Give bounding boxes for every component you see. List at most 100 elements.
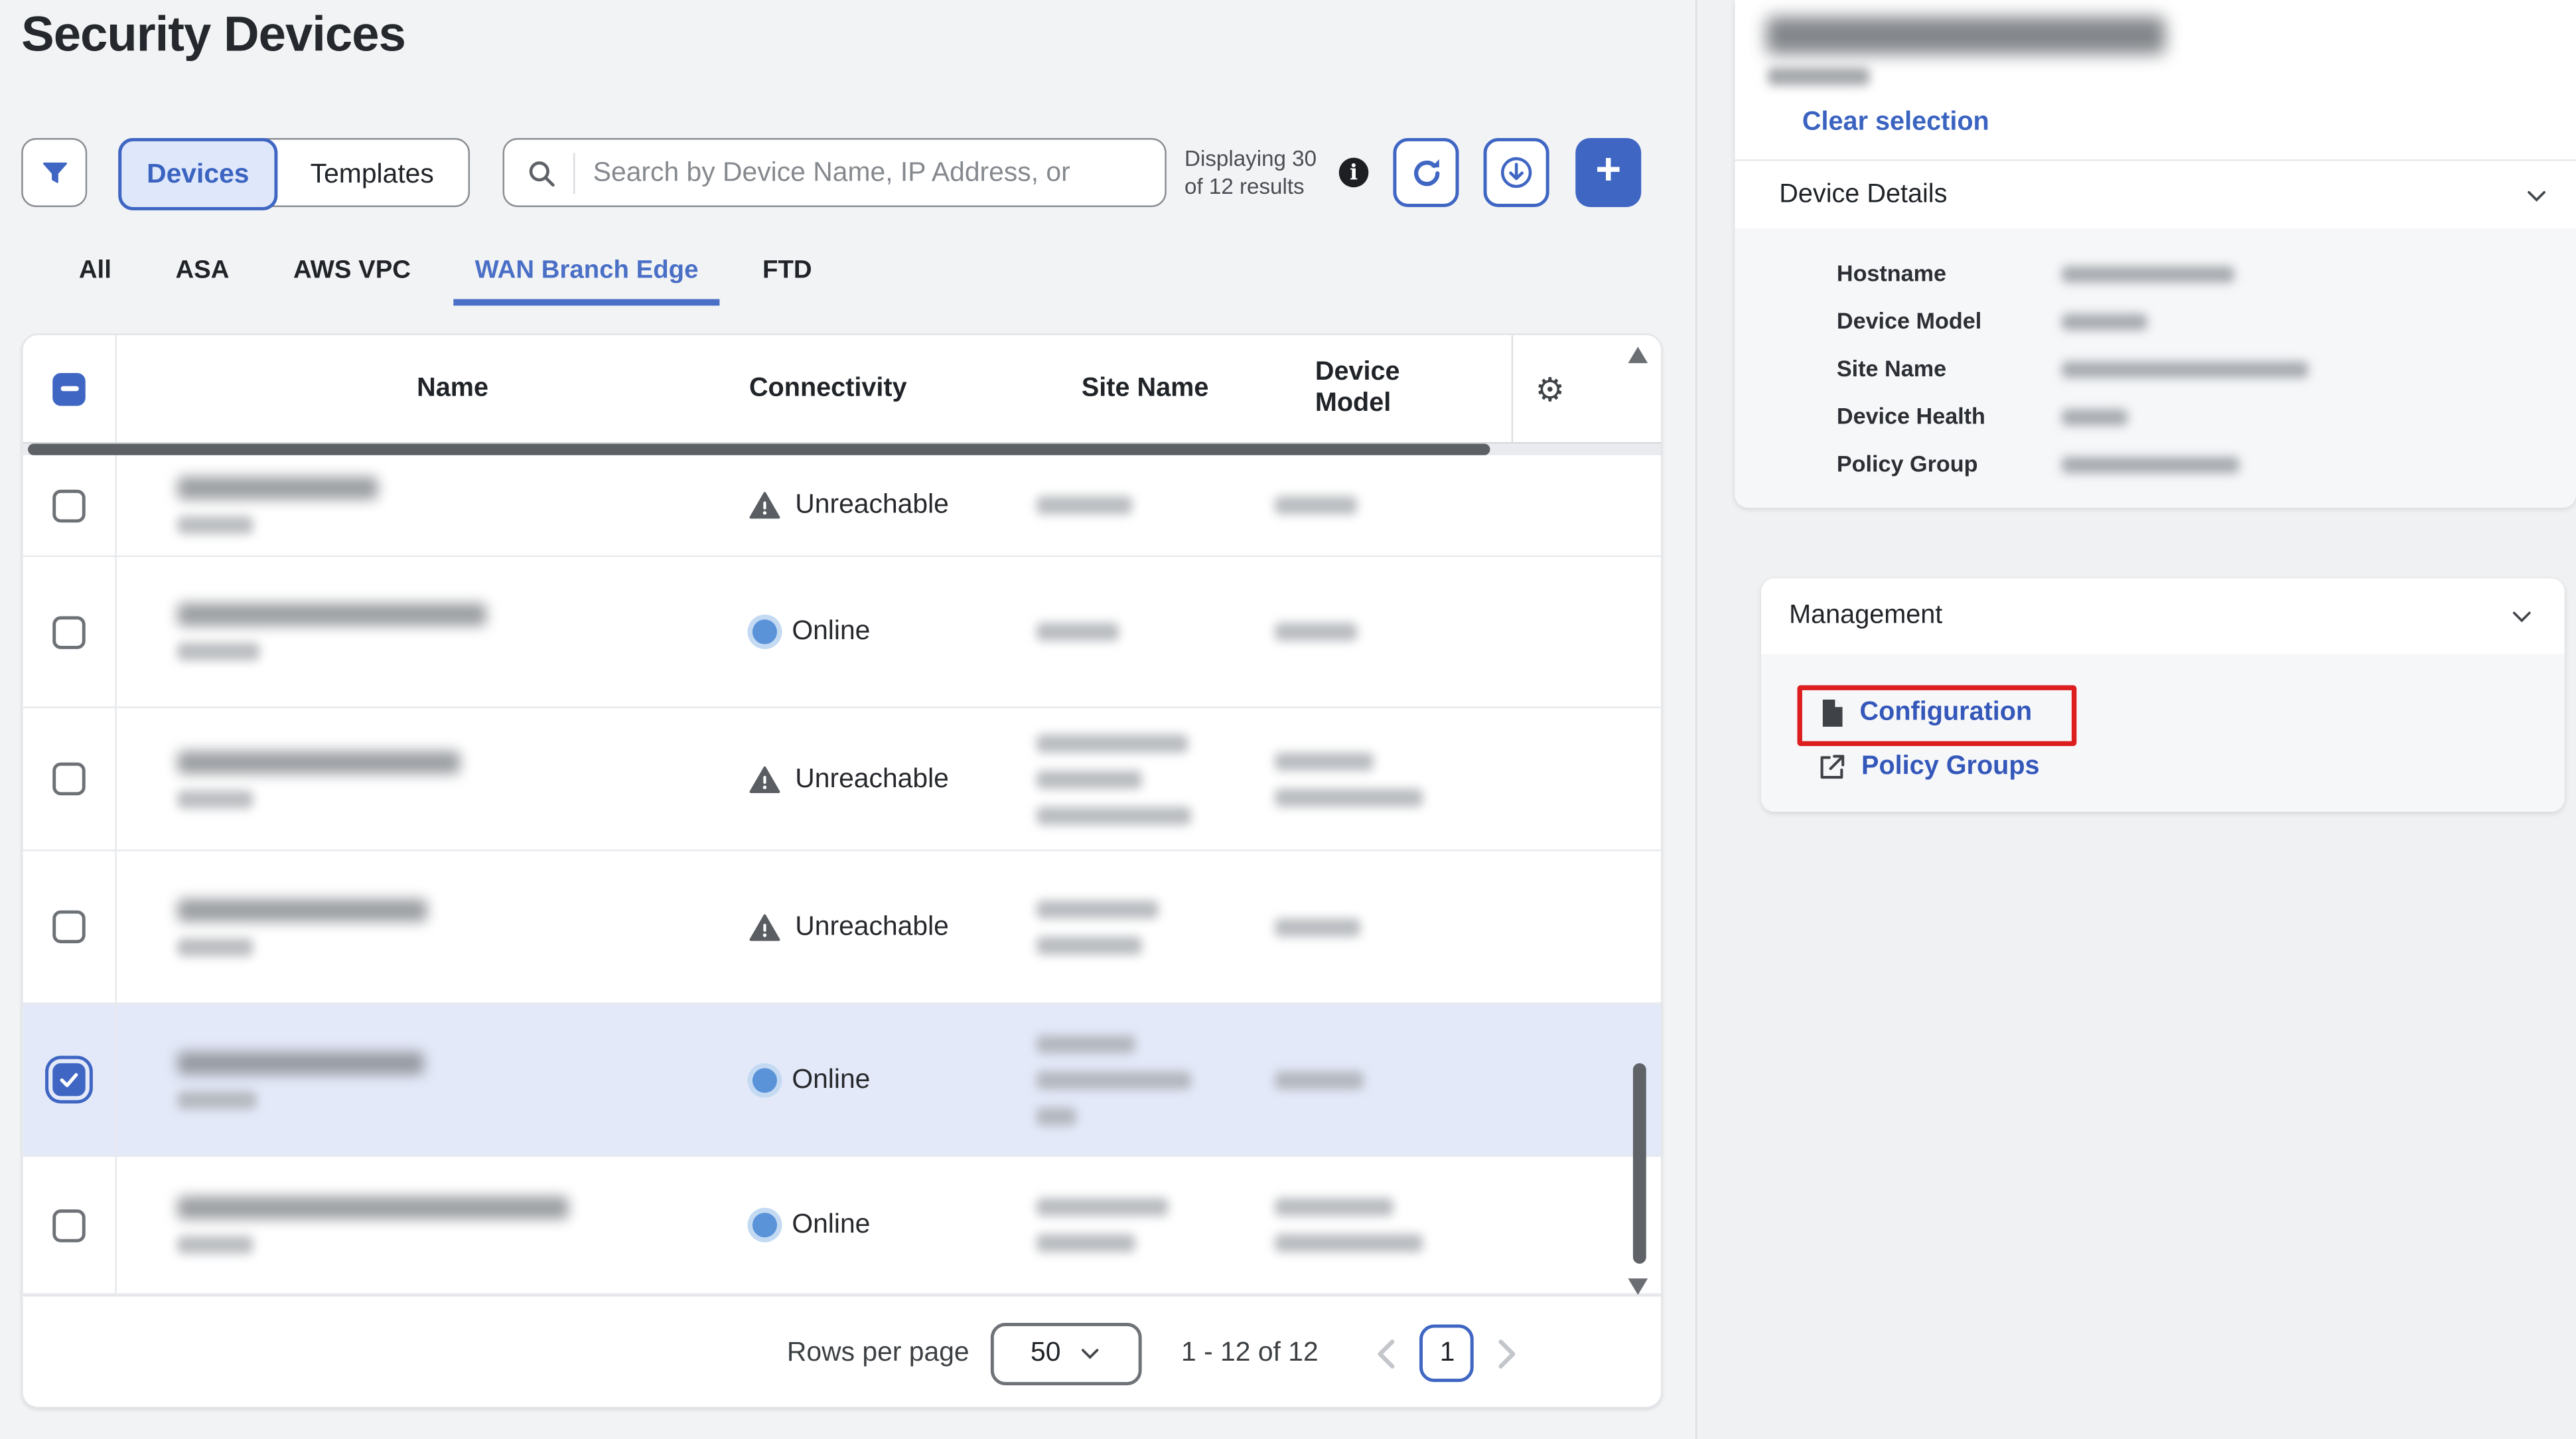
row-checkbox[interactable] [52,911,86,944]
tab-asa[interactable]: ASA [154,242,250,306]
search-input[interactable] [593,157,1165,188]
chevron-down-icon[interactable] [2524,182,2550,208]
selected-device-subtext-redacted [1768,68,1869,86]
column-name[interactable]: Name [417,374,488,404]
site-name-redacted [1037,1071,1191,1089]
external-link-icon [1817,753,1847,783]
management-card: Management Configuration Policy Groups [1761,578,2565,812]
configuration-label: Configuration [1860,698,2033,728]
policy-groups-link[interactable]: Policy Groups [1817,753,2039,783]
table-row[interactable]: Unreachable [23,455,1661,557]
device-model-redacted [1275,1198,1393,1216]
vertical-scrollbar-thumb[interactable] [1633,1063,1646,1264]
add-device-button[interactable]: + [1575,138,1641,207]
next-page-button[interactable] [1498,1337,1518,1370]
field-label-device-model: Device Model [1837,309,2062,333]
row-checkbox[interactable] [52,763,86,796]
online-icon [752,1067,777,1092]
tab-aws-vpc[interactable]: AWS VPC [272,242,432,306]
tab-wan-branch-edge[interactable]: WAN Branch Edge [453,242,719,306]
online-icon [752,619,777,644]
management-header[interactable]: Management [1761,578,2565,654]
column-settings-gear-icon[interactable]: ⚙ [1536,369,1565,408]
field-label-policy-group: Policy Group [1837,452,2062,477]
connectivity-status: Online [792,1209,870,1241]
site-name-redacted [1037,1106,1076,1124]
configuration-link[interactable]: Configuration [1820,698,2032,728]
tab-all[interactable]: All [58,242,133,306]
policy-groups-label: Policy Groups [1861,753,2040,783]
device-subtext-redacted [177,1236,253,1254]
device-name-redacted [177,477,378,500]
row-checkbox[interactable] [52,615,86,648]
chevron-down-icon[interactable] [2508,603,2535,630]
field-label-device-health: Device Health [1837,404,2062,429]
table-row[interactable]: Unreachable [23,851,1661,1004]
toolbar: Devices Templates Displaying 30 of 12 re… [21,138,1641,207]
horizontal-scrollbar-thumb[interactable] [28,443,1490,455]
row-checkbox-checked[interactable] [52,1063,86,1097]
results-count: Displaying 30 of 12 results [1184,144,1326,201]
column-site-name[interactable]: Site Name [1082,374,1209,404]
table-row-selected[interactable]: Online [23,1004,1661,1157]
indeterminate-mark [60,386,78,390]
connectivity-status: Unreachable [795,911,949,943]
devices-toggle-button[interactable]: Devices [118,138,277,210]
device-model-redacted [1275,496,1357,514]
device-details-header[interactable]: Device Details [1735,159,2576,228]
page-1-button[interactable]: 1 [1420,1324,1474,1382]
unreachable-icon [749,491,780,519]
scrollbar-up-arrow[interactable] [1628,346,1648,363]
site-name-redacted [1037,1034,1135,1052]
rows-per-page-value: 50 [1031,1337,1060,1369]
table-row[interactable]: Online [23,557,1661,708]
filter-button[interactable] [21,138,87,207]
refresh-icon [1409,155,1443,190]
horizontal-scrollbar[interactable] [23,443,1661,455]
site-name-redacted [1037,936,1141,954]
pagination-range: 1 - 12 of 12 [1181,1337,1319,1369]
field-value-redacted [2062,408,2127,425]
tab-ftd[interactable]: FTD [741,242,833,306]
selected-device-name-redacted [1766,17,2165,54]
prev-page-button[interactable] [1378,1337,1397,1370]
device-model-redacted [1275,1071,1364,1089]
table-row[interactable]: Online [23,1157,1661,1295]
device-subtext-redacted [177,643,259,660]
scrollbar-down-arrow[interactable] [1628,1278,1648,1295]
select-all-checkbox[interactable] [52,372,86,406]
table-footer: Rows per page 50 1 - 12 of 12 1 [23,1295,1661,1408]
templates-toggle-button[interactable]: Templates [276,139,468,208]
device-details-body: Hostname Device Model Site Name Device H… [1735,228,2576,508]
search-box[interactable] [503,138,1167,207]
search-divider [573,152,575,193]
device-model-redacted [1275,1234,1423,1252]
clear-selection-link[interactable]: Clear selection [1802,108,1989,138]
document-icon [1820,698,1845,728]
row-checkbox[interactable] [52,489,86,522]
device-model-redacted [1275,918,1360,936]
security-devices-page: Security Devices Devices Templates Displ… [0,0,2576,1439]
connectivity-status: Unreachable [795,763,949,795]
site-name-redacted [1037,496,1132,514]
download-button[interactable] [1484,138,1549,207]
info-icon[interactable]: i [1339,158,1369,188]
connectivity-status: Online [792,1064,870,1095]
site-name-redacted [1037,770,1141,788]
connectivity-status: Online [792,616,870,647]
plus-icon: + [1595,145,1621,196]
column-connectivity[interactable]: Connectivity [749,374,907,404]
online-icon [752,1213,777,1237]
row-checkbox[interactable] [52,1209,86,1242]
download-icon [1498,155,1534,190]
device-summary-card: Clear selection Device Details Hostname … [1735,0,2576,508]
table-row[interactable]: Unreachable [23,708,1661,851]
refresh-button[interactable] [1393,138,1459,207]
column-device-model[interactable]: Device Model [1315,358,1471,419]
site-name-redacted [1037,1198,1168,1216]
device-details-title: Device Details [1779,180,1947,210]
device-subtext-redacted [177,516,253,534]
view-toggle: Devices Templates [118,138,470,207]
site-name-redacted [1037,623,1119,641]
rows-per-page-select[interactable]: 50 [991,1322,1142,1385]
